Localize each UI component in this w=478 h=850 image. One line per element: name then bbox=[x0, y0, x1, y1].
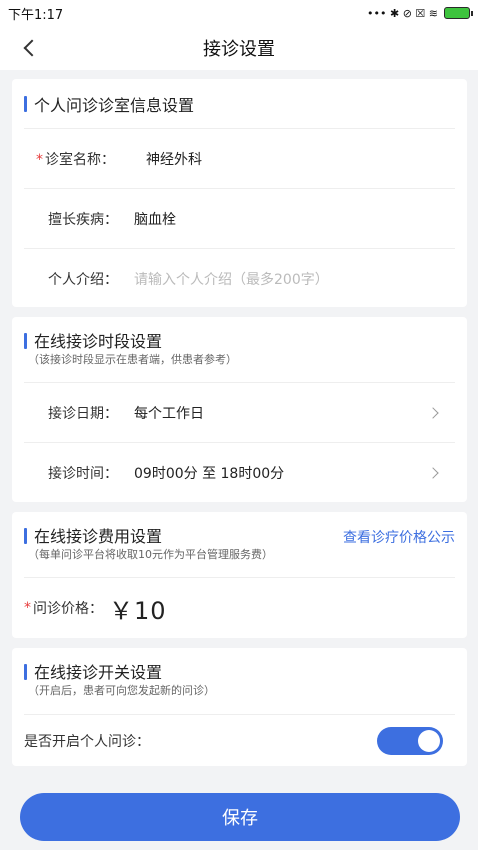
clinic-name-value[interactable]: 神经外科 bbox=[146, 149, 202, 169]
specialty-row[interactable]: 擅长疾病： 脑血栓 bbox=[12, 189, 467, 248]
section-title: 在线接诊开关设置 bbox=[34, 663, 163, 682]
nav-bar: 接诊设置 bbox=[0, 26, 478, 70]
section-title: 在线接诊时段设置 bbox=[34, 332, 163, 351]
required-mark: * bbox=[24, 600, 31, 616]
specialty-label: 擅长疾病： bbox=[48, 211, 118, 228]
chevron-left-icon bbox=[23, 39, 41, 57]
status-bar: 下午1:17 ••• ✱ ⊘ ☒ ≋ bbox=[0, 0, 478, 26]
status-indicator-icons: ••• ✱ ⊘ ☒ ≋ bbox=[367, 6, 438, 20]
intro-row[interactable]: 个人介绍： 请输入个人介绍（最多200字） bbox=[12, 249, 467, 308]
toggle-knob bbox=[418, 730, 440, 752]
chevron-right-icon bbox=[427, 406, 439, 419]
fee-card: 在线接诊费用设置 查看诊疗价格公示 （每单问诊平台将收取10元作为平台管理服务费… bbox=[12, 512, 467, 638]
schedule-date-row[interactable]: 接诊日期： 每个工作日 bbox=[12, 383, 467, 442]
schedule-time-label: 接诊时间： bbox=[48, 465, 118, 482]
status-time: 下午1:17 bbox=[8, 7, 64, 23]
clinic-name-row[interactable]: * 诊室名称： 神经外科 bbox=[12, 129, 467, 188]
price-row[interactable]: * 问诊价格： ￥10 bbox=[12, 578, 467, 638]
specialty-value[interactable]: 脑血栓 bbox=[134, 209, 176, 229]
section-marker bbox=[24, 95, 27, 112]
schedule-card: 在线接诊时段设置 （该接诊时段显示在患者端，供患者参考） 接诊日期： 每个工作日… bbox=[12, 317, 467, 502]
price-label: 问诊价格： bbox=[33, 601, 103, 617]
schedule-date-value: 每个工作日 bbox=[134, 405, 204, 422]
section-marker bbox=[24, 333, 27, 349]
section-marker bbox=[24, 664, 27, 680]
switch-card: 在线接诊开关设置 （开启后，患者可向您发起新的问诊） 是否开启个人问诊： bbox=[12, 648, 467, 766]
clinic-name-label-text: 诊室名称： bbox=[45, 151, 115, 168]
required-mark: * bbox=[36, 151, 43, 168]
clinic-name-label: * 诊室名称： bbox=[36, 149, 146, 169]
intro-input[interactable]: 请输入个人介绍（最多200字） bbox=[134, 269, 329, 289]
section-subtitle: （该接诊时段显示在患者端，供患者参考） bbox=[28, 353, 237, 366]
section-marker bbox=[24, 528, 27, 544]
fee-header: 在线接诊费用设置 查看诊疗价格公示 bbox=[12, 512, 467, 546]
consult-toggle-switch[interactable] bbox=[377, 727, 443, 755]
battery-icon bbox=[444, 7, 473, 19]
schedule-time-value: 09时00分 至 18时00分 bbox=[134, 465, 285, 482]
section-title: 在线接诊费用设置 bbox=[34, 527, 163, 546]
intro-label: 个人介绍： bbox=[48, 271, 118, 288]
page-title: 接诊设置 bbox=[203, 39, 275, 60]
clinic-info-card: 个人问诊诊室信息设置 * 诊室名称： 神经外科 擅长疾病： 脑血栓 个人介绍： 请… bbox=[12, 79, 467, 307]
schedule-header: 在线接诊时段设置 bbox=[12, 317, 467, 351]
price-disclosure-link[interactable]: 查看诊疗价格公示 bbox=[343, 527, 455, 547]
section-title: 个人问诊诊室信息设置 bbox=[34, 95, 195, 115]
schedule-time-row[interactable]: 接诊时间： 09时00分 至 18时00分 bbox=[12, 443, 467, 502]
consult-toggle-row: 是否开启个人问诊： bbox=[12, 715, 467, 767]
back-button[interactable] bbox=[16, 34, 44, 62]
clinic-info-header: 个人问诊诊室信息设置 bbox=[12, 79, 467, 128]
price-value[interactable]: ￥10 bbox=[109, 591, 167, 626]
switch-header: 在线接诊开关设置 bbox=[12, 648, 467, 682]
schedule-date-label: 接诊日期： bbox=[48, 405, 118, 422]
save-button[interactable]: 保存 bbox=[20, 793, 460, 841]
consult-toggle-label: 是否开启个人问诊： bbox=[24, 734, 150, 750]
section-subtitle: （开启后，患者可向您发起新的问诊） bbox=[28, 684, 215, 697]
chevron-right-icon bbox=[427, 466, 439, 479]
section-subtitle: （每单问诊平台将收取10元作为平台管理服务费） bbox=[28, 548, 273, 561]
status-icons: ••• ✱ ⊘ ☒ ≋ bbox=[367, 6, 473, 20]
